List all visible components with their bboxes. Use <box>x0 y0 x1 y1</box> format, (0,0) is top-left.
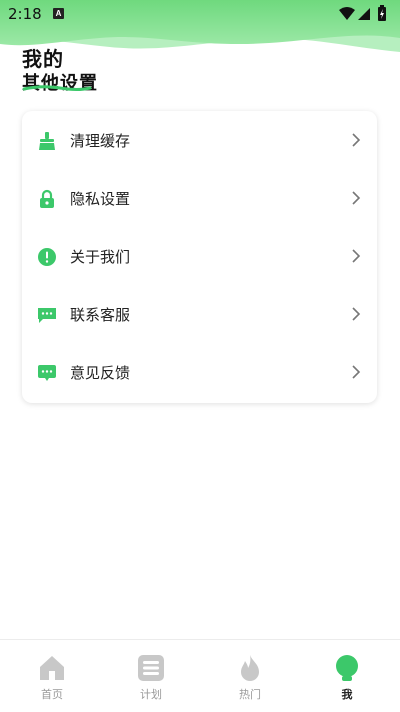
status-bar: 2:18 A <box>0 0 400 28</box>
tab-me[interactable]: 我 <box>297 640 397 712</box>
system-icons <box>338 5 392 27</box>
menu-item-clear-cache[interactable]: 清理缓存 <box>22 111 377 169</box>
signal-icon <box>358 8 370 20</box>
wifi-icon <box>339 7 355 20</box>
bottom-tab-bar: 首页 计划 热门 我 <box>0 639 400 712</box>
menu-item-label: 意见反馈 <box>70 364 131 382</box>
fire-icon <box>241 655 259 681</box>
menu-item-about-us[interactable]: 关于我们 <box>22 227 377 285</box>
menu-item-label: 清理缓存 <box>70 132 131 150</box>
tab-label: 热门 <box>239 688 261 701</box>
menu-item-feedback[interactable]: 意见反馈 <box>22 343 377 401</box>
chevron-right-icon <box>352 249 361 263</box>
chevron-right-icon <box>352 365 361 379</box>
app-notification-badge: A <box>53 8 64 19</box>
tab-hot[interactable]: 热门 <box>200 640 300 712</box>
battery-icon <box>378 5 386 21</box>
plan-list-icon <box>138 655 164 681</box>
title-underline-decoration <box>22 85 92 91</box>
home-icon <box>40 656 64 680</box>
tab-label: 我 <box>341 688 353 701</box>
chat-bubble-icon <box>38 308 56 323</box>
menu-item-label: 隐私设置 <box>70 190 131 208</box>
menu-item-label: 关于我们 <box>70 248 131 266</box>
profile-icon <box>336 655 358 681</box>
lock-icon <box>40 189 54 208</box>
broom-icon <box>39 132 55 150</box>
tab-plan[interactable]: 计划 <box>101 640 201 712</box>
status-time: 2:18 <box>8 5 42 23</box>
chevron-right-icon <box>352 307 361 321</box>
tab-label: 首页 <box>41 688 63 701</box>
chevron-right-icon <box>352 133 361 147</box>
feedback-bubble-icon <box>38 365 56 381</box>
chevron-right-icon <box>352 191 361 205</box>
tab-label: 计划 <box>140 688 162 701</box>
menu-item-label: 联系客服 <box>70 306 131 324</box>
page-title: 我的 <box>22 47 64 71</box>
settings-card: 清理缓存 隐私设置 关于我们 联系客服 意见反馈 <box>22 111 377 403</box>
menu-item-privacy-settings[interactable]: 隐私设置 <box>22 169 377 227</box>
menu-item-contact-service[interactable]: 联系客服 <box>22 285 377 343</box>
info-exclamation-icon <box>38 248 56 266</box>
tab-home[interactable]: 首页 <box>2 640 102 712</box>
